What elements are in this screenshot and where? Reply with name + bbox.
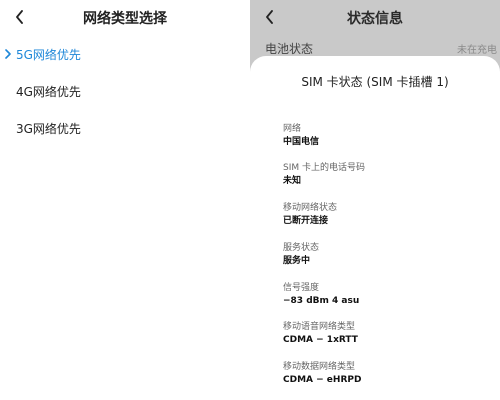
field-mobile-network-state: 移动网络状态 已断开连接 (283, 202, 493, 228)
field-value: 已断开连接 (283, 216, 329, 226)
field-value: −83 dBm 4 asu (283, 296, 360, 306)
field-label: 服务状态 (283, 243, 320, 253)
field-label: SIM 卡上的电话号码 (283, 163, 365, 173)
field-label: 移动语音网络类型 (283, 322, 356, 332)
field-value: 中国电信 (283, 137, 320, 147)
field-network: 网络 中国电信 (283, 123, 493, 149)
battery-status-row[interactable]: 电池状态 未在充电 (265, 40, 497, 56)
row-value: 未在充电 (457, 45, 497, 56)
field-voice-network-type: 移动语音网络类型 CDMA − 1xRTT (283, 321, 493, 347)
row-label: 电池状态 (265, 42, 314, 56)
dialog-title: SIM 卡状态 (SIM 卡插槽 1) (301, 75, 449, 89)
field-value: CDMA − 1xRTT (283, 335, 358, 345)
field-signal-strength: 信号强度 −83 dBm 4 asu (283, 282, 493, 308)
field-data-network-type: 移动数据网络类型 CDMA − eHRPD (283, 361, 493, 387)
field-label: 移动网络状态 (283, 203, 338, 213)
field-value: CDMA − eHRPD (283, 375, 362, 385)
field-label: 网络 (283, 124, 302, 134)
field-phone-number: SIM 卡上的电话号码 未知 (283, 162, 493, 188)
field-value: 未知 (283, 176, 302, 186)
field-value: 服务中 (283, 256, 311, 266)
field-label: 移动数据网络类型 (283, 362, 356, 372)
field-label: 信号强度 (283, 283, 320, 293)
page-title: 状态信息 (347, 11, 403, 27)
field-service-state: 服务状态 服务中 (283, 242, 493, 268)
sim-status-dialog: SIM 卡状态 (SIM 卡插槽 1) 网络 中国电信 SIM 卡上的电话号码 … (250, 56, 500, 400)
